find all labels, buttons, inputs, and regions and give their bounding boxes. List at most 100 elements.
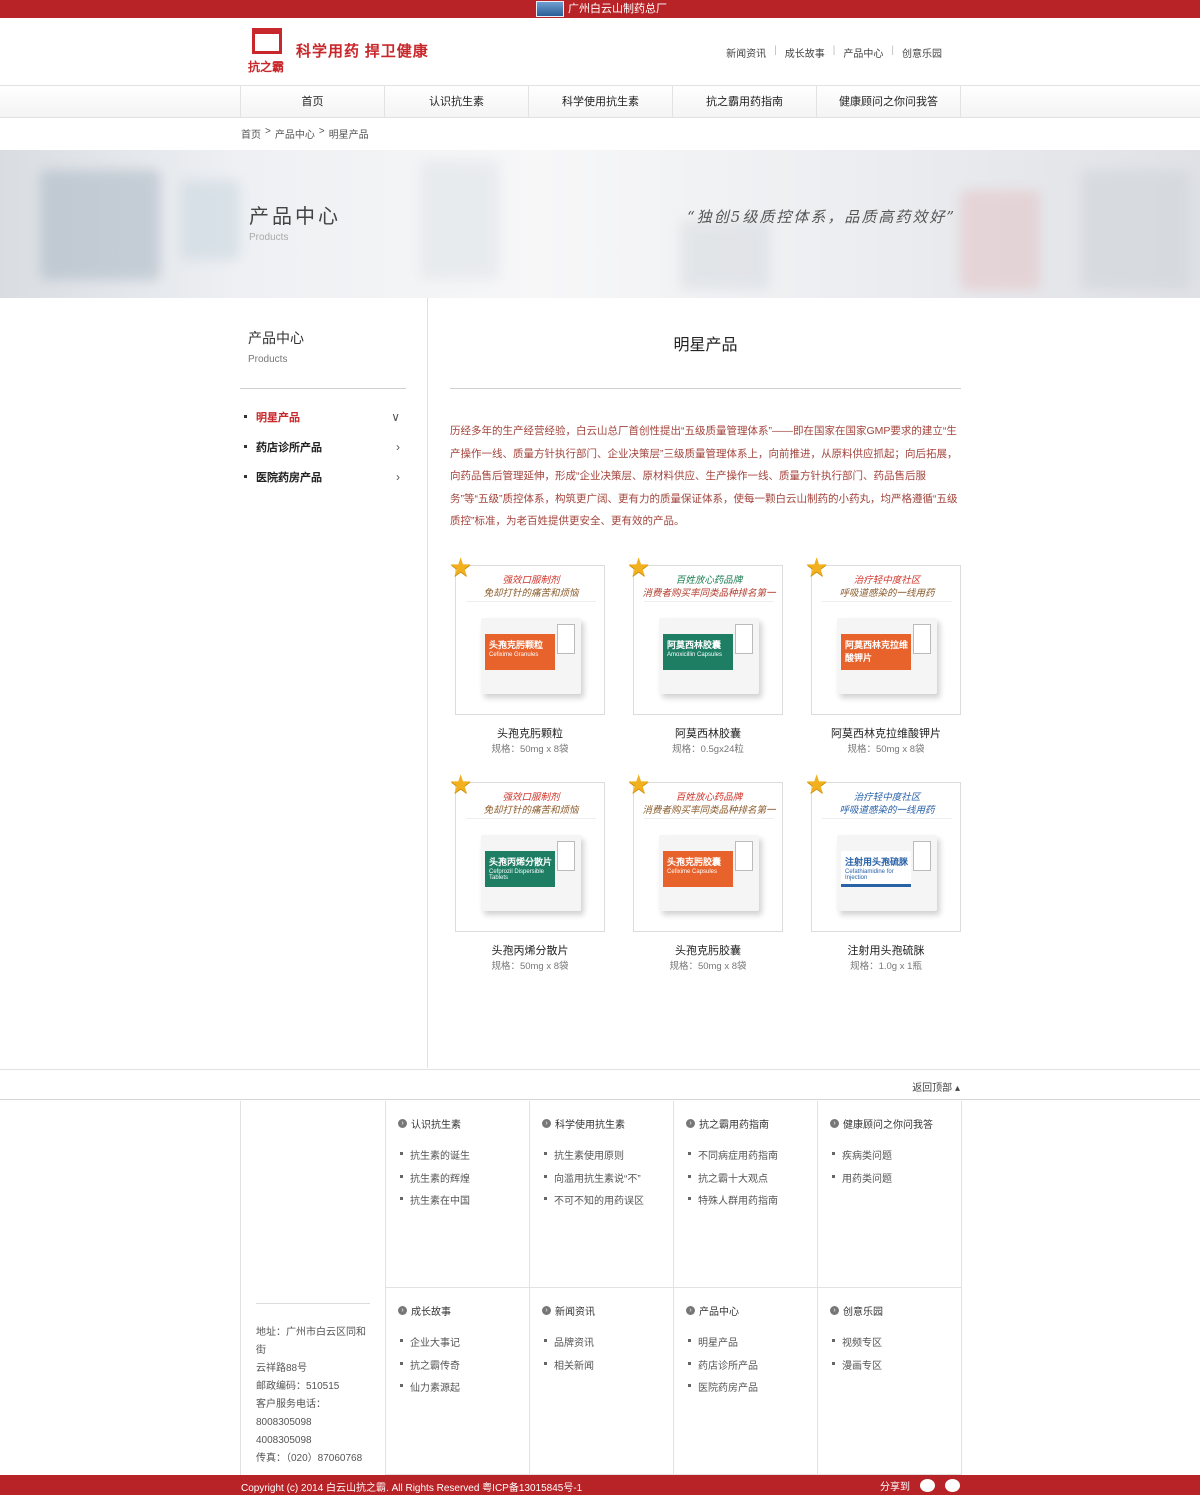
product-spec: 规格：50mg x 8袋 — [669, 961, 747, 972]
product-tagline-1: 治疗轻中度社区 — [853, 792, 921, 803]
nav-item-usage[interactable]: 科学使用抗生素 — [529, 86, 673, 118]
box-subtitle: Cefprozil Dispersible Tablets — [489, 869, 545, 881]
sidebar-item-hospital-products[interactable]: 医院药房产品 › — [244, 462, 404, 492]
product-name[interactable]: 头孢克肟胶囊 — [633, 942, 783, 958]
share-bar: 分享到 — [880, 1478, 960, 1493]
back-to-top-link[interactable]: 返回顶部 ▴ — [912, 1079, 960, 1094]
footer-column: › 健康顾问之你问我答疾病类问题 用药类问题 — [817, 1101, 961, 1288]
footer-link[interactable]: 漫画专区 — [830, 1357, 882, 1380]
footer-link[interactable]: 企业大事记 — [398, 1334, 460, 1357]
product-image[interactable]: 头孢克肟颗粒 Cefixime Granules — [481, 618, 581, 694]
footer-link[interactable]: 相关新闻 — [542, 1357, 594, 1380]
footer-link[interactable]: 仙力素源起 — [398, 1379, 460, 1402]
nav-item-home[interactable]: 首页 — [241, 86, 385, 118]
footer-link[interactable]: 特殊人群用药指南 — [686, 1192, 778, 1215]
breadcrumb-separator: > — [265, 126, 271, 137]
product-tagline-1: 强效口服制剂 — [502, 575, 560, 586]
nav-item-antibiotics[interactable]: 认识抗生素 — [385, 86, 529, 118]
product-name[interactable]: 阿莫西林胶囊 — [633, 725, 783, 741]
footer-link[interactable]: 抗生素在中国 — [398, 1192, 470, 1215]
product-image[interactable]: 头孢丙烯分散片 Cefprozil Dispersible Tablets — [481, 835, 581, 911]
product-tagline-1: 强效口服制剂 — [502, 792, 560, 803]
box-title: 头孢克肟颗粒 — [489, 640, 544, 650]
wechat-icon[interactable] — [945, 1479, 960, 1492]
box-title: 阿莫西林胶囊 — [667, 640, 722, 650]
product-name[interactable]: 注射用头孢硫脒 — [811, 942, 961, 958]
breadcrumb-products[interactable]: 产品中心 — [275, 126, 315, 141]
footer-frame: 地址：广州市白云区同和街 云祥路88号 邮政编码：510515 客户服务电话： … — [240, 1101, 962, 1475]
contact-postcode: 邮政编码：510515 — [256, 1381, 340, 1392]
footer-link[interactable]: 抗生素使用原则 — [542, 1147, 644, 1170]
brand-slogan: 科学用药 捍卫健康 — [296, 43, 429, 60]
header-link-news[interactable]: 新闻资讯 — [718, 45, 774, 60]
footer-link[interactable]: 抗之霸十大观点 — [686, 1170, 778, 1193]
header-link-products[interactable]: 产品中心 — [835, 45, 891, 60]
box-label: 头孢克肟颗粒 Cefixime Granules — [485, 634, 555, 670]
nav-item-qa[interactable]: 健康顾问之你问我答 — [817, 86, 961, 118]
brand-logo-link[interactable]: 抗之霸 科学用药 捍卫健康 — [248, 26, 429, 74]
product-card-frame: 强效口服制剂 免却打针的痛苦和烦恼 头孢克肟颗粒 Cefixime Granules — [455, 565, 605, 715]
weibo-icon[interactable] — [920, 1479, 935, 1492]
footer-column-heading[interactable]: › 科学使用抗生素 — [542, 1116, 625, 1131]
footer-column-heading[interactable]: › 创意乐园 — [830, 1303, 883, 1318]
product-image[interactable]: 阿莫西林胶囊 Amoxicillin Capsules — [659, 618, 759, 694]
copyright-bar: Copyright (c) 2014 白云山抗之霸. All Rights Re… — [0, 1475, 1200, 1495]
footer-column-heading[interactable]: › 抗之霸用药指南 — [686, 1116, 769, 1131]
nav-item-guide[interactable]: 抗之霸用药指南 — [673, 86, 817, 118]
banner-title: 产品中心 — [249, 204, 341, 228]
bullet-icon — [244, 475, 247, 478]
footer-column-heading[interactable]: › 新闻资讯 — [542, 1303, 595, 1318]
product-spec: 规格：50mg x 8袋 — [491, 961, 569, 972]
sidebar-item-label: 明星产品 — [256, 412, 300, 424]
footer-column-title: 成长故事 — [411, 1307, 451, 1318]
footer-link[interactable]: 药店诊所产品 — [686, 1357, 758, 1380]
page-title: 明星产品 — [673, 337, 738, 354]
footer-column-heading[interactable]: › 认识抗生素 — [398, 1116, 461, 1131]
footer-link[interactable]: 医院药房产品 — [686, 1379, 758, 1402]
product-name[interactable]: 阿莫西林克拉维酸钾片 — [811, 725, 961, 741]
footer-column-heading[interactable]: › 健康顾问之你问我答 — [830, 1116, 933, 1131]
footer-link[interactable]: 不可不知的用药误区 — [542, 1192, 644, 1215]
product-tagline-2: 免却打针的痛苦和烦恼 — [483, 805, 579, 816]
footer-link[interactable]: 品牌资讯 — [542, 1334, 594, 1357]
box-label: 头孢丙烯分散片 Cefprozil Dispersible Tablets — [485, 851, 555, 887]
footer-link[interactable]: 抗之霸传奇 — [398, 1357, 460, 1380]
footer-link[interactable]: 抗生素的辉煌 — [398, 1170, 470, 1193]
breadcrumb-home[interactable]: 首页 — [241, 126, 261, 141]
header-link-story[interactable]: 成长故事 — [777, 45, 833, 60]
product-image[interactable]: 注射用头孢硫脒 Cefathiamidine for Injection — [837, 835, 937, 911]
product-name[interactable]: 头孢克肟颗粒 — [455, 725, 605, 741]
sidebar: 产品中心 Products 明星产品 ∨ 药店诊所产品 › 医院药房产品 › — [240, 298, 428, 1068]
sidebar-item-pharmacy-products[interactable]: 药店诊所产品 › — [244, 432, 404, 462]
box-flap — [735, 841, 753, 871]
footer-link[interactable]: 用药类问题 — [830, 1170, 892, 1193]
chevron-right-icon: › — [396, 470, 400, 484]
banner-subtitle: Products — [249, 232, 289, 243]
sidebar-item-label: 药店诊所产品 — [256, 442, 322, 454]
box-title: 头孢克肟胶囊 — [667, 857, 722, 867]
sidebar-item-star-products[interactable]: 明星产品 ∨ — [244, 402, 404, 432]
product-card-frame: 百姓放心药品牌 消费者购买率同类品种排名第一 头孢克肟胶囊 Cefixime Caps… — [633, 782, 783, 932]
footer-link[interactable]: 抗生素的诞生 — [398, 1147, 470, 1170]
box-flap — [557, 841, 575, 871]
footer-column-title: 健康顾问之你问我答 — [843, 1120, 933, 1131]
header-link-creative[interactable]: 创意乐园 — [894, 45, 950, 60]
product-name[interactable]: 头孢丙烯分散片 — [455, 942, 605, 958]
company-name: 广州白云山制药总厂 — [568, 3, 667, 15]
footer-column-heading[interactable]: › 产品中心 — [686, 1303, 739, 1318]
footer-link[interactable]: 明星产品 — [686, 1334, 758, 1357]
product-spec: 规格：50mg x 8袋 — [847, 744, 925, 755]
footer-link[interactable]: 视频专区 — [830, 1334, 882, 1357]
box-subtitle: Cefathiamidine for Injection — [845, 869, 894, 881]
contact-address-1: 地址：广州市白云区同和街 — [256, 1327, 366, 1356]
footer-column-heading[interactable]: › 成长故事 — [398, 1303, 451, 1318]
footer-link[interactable]: 不同病症用药指南 — [686, 1147, 778, 1170]
box-subtitle: Cefixime Granules — [489, 652, 539, 658]
product-image[interactable]: 阿莫西林克拉维酸钾片 — [837, 618, 937, 694]
footer-link[interactable]: 疾病类问题 — [830, 1147, 892, 1170]
arrow-circle-icon: › — [542, 1306, 551, 1315]
divider — [644, 818, 774, 819]
product-image[interactable]: 头孢克肟胶囊 Cefixime Capsules — [659, 835, 759, 911]
footer-link[interactable]: 向滥用抗生素说“不” — [542, 1170, 644, 1193]
product-card-frame: 百姓放心药品牌 消费者购买率同类品种排名第一 阿莫西林胶囊 Amoxicillin C… — [633, 565, 783, 715]
